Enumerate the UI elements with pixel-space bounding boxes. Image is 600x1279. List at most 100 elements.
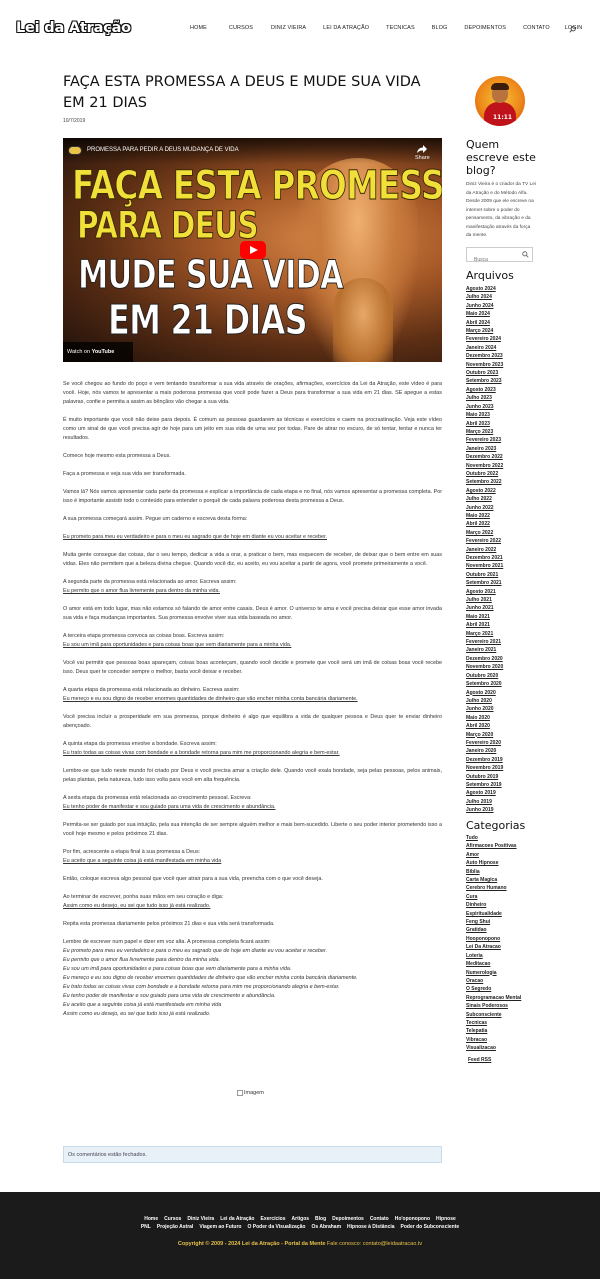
archive-link[interactable]: Maio 2021 [466, 613, 503, 621]
search-icon[interactable] [522, 251, 529, 258]
archive-link[interactable]: Novembro 2019 [466, 764, 503, 772]
archive-link[interactable]: Maio 2022 [466, 512, 503, 520]
category-link[interactable]: Visualizacao [466, 1044, 521, 1052]
footer-link[interactable]: Poder do Subconsciente [401, 1224, 460, 1230]
category-link[interactable]: Bíblia [466, 868, 521, 876]
archive-link[interactable]: Dezembro 2023 [466, 352, 503, 360]
archive-link[interactable]: Julho 2024 [466, 293, 503, 301]
archive-link[interactable]: Julho 2020 [466, 697, 503, 705]
footer-link[interactable]: O Poder da Visualização [247, 1224, 305, 1230]
archive-link[interactable]: Novembro 2023 [466, 361, 503, 369]
footer-link[interactable]: Home [144, 1216, 158, 1222]
video-title[interactable]: PROMESSA PARA PEDIR A DEUS MUDANÇA DE VI… [87, 147, 239, 153]
search-input[interactable] [467, 253, 519, 267]
archive-link[interactable]: Setembro 2019 [466, 781, 503, 789]
archive-link[interactable]: Setembro 2022 [466, 478, 503, 486]
archive-link[interactable]: Dezembro 2019 [466, 756, 503, 764]
archive-link[interactable]: Março 2023 [466, 428, 503, 436]
archive-link[interactable]: Janeiro 2020 [466, 747, 503, 755]
archive-link[interactable]: Janeiro 2021 [466, 646, 503, 654]
search-icon[interactable] [569, 26, 576, 33]
footer-link[interactable]: Depoimentos [332, 1216, 364, 1222]
nav-depoimentos[interactable]: DEPOIMENTOS [464, 25, 506, 31]
category-link[interactable]: Oracao [466, 977, 521, 985]
archive-link[interactable]: Agosto 2023 [466, 386, 503, 394]
archive-link[interactable]: Junho 2023 [466, 403, 503, 411]
archive-link[interactable]: Abril 2021 [466, 621, 503, 629]
footer-link[interactable]: Lei da Atração [220, 1216, 254, 1222]
footer-link[interactable]: Exercícios [261, 1216, 286, 1222]
archive-link[interactable]: Fevereiro 2024 [466, 335, 503, 343]
archive-link[interactable]: Abril 2024 [466, 319, 503, 327]
footer-link[interactable]: Hipnose à Distância [347, 1224, 395, 1230]
category-link[interactable]: Cura [466, 893, 521, 901]
category-link[interactable]: Loteria [466, 952, 521, 960]
archive-link[interactable]: Março 2024 [466, 327, 503, 335]
archive-link[interactable]: Julho 2019 [466, 798, 503, 806]
archive-link[interactable]: Maio 2024 [466, 310, 503, 318]
nav-lei-da-atracao[interactable]: LEI DA ATRAÇÃO [323, 25, 369, 31]
contact-email[interactable]: Fale conosco: contato@leidaatracao.tv [327, 1241, 422, 1247]
footer-link[interactable]: PNL [141, 1224, 151, 1230]
category-link[interactable]: Subconsciente [466, 1011, 521, 1019]
nav-blog[interactable]: BLOG [432, 25, 448, 31]
footer-link[interactable]: Cursos [164, 1216, 181, 1222]
footer-link[interactable]: Os Abraham [311, 1224, 341, 1230]
share-button[interactable]: Share [415, 145, 430, 161]
archive-link[interactable]: Maio 2020 [466, 714, 503, 722]
footer-link[interactable]: Contato [370, 1216, 389, 1222]
archive-link[interactable]: Outubro 2020 [466, 672, 503, 680]
archive-link[interactable]: Agosto 2022 [466, 487, 503, 495]
archive-link[interactable]: Novembro 2021 [466, 562, 503, 570]
category-link[interactable]: Reprogramacao Mental [466, 994, 521, 1002]
footer-link[interactable]: Hipnose [436, 1216, 456, 1222]
youtube-video-embed[interactable]: PROMESSA PARA PEDIR A DEUS MUDANÇA DE VI… [63, 138, 442, 362]
footer-link[interactable]: Blog [315, 1216, 326, 1222]
archive-link[interactable]: Junho 2021 [466, 604, 503, 612]
category-link[interactable]: Auto Hipnose [466, 859, 521, 867]
category-link[interactable]: Afirmacoes Positivas [466, 842, 521, 850]
category-link[interactable]: Gratidao [466, 926, 521, 934]
archive-link[interactable]: Junho 2019 [466, 806, 503, 814]
category-link[interactable]: Espiritualidade [466, 910, 521, 918]
category-link[interactable]: Tudo [466, 834, 521, 842]
category-link[interactable]: Feng Shui [466, 918, 521, 926]
archive-link[interactable]: Março 2020 [466, 731, 503, 739]
archive-link[interactable]: Fevereiro 2021 [466, 638, 503, 646]
footer-link[interactable]: Artigos [292, 1216, 310, 1222]
archive-link[interactable]: Janeiro 2024 [466, 344, 503, 352]
archive-link[interactable]: Março 2022 [466, 529, 503, 537]
nav-tecnicas[interactable]: TECNICAS [386, 25, 415, 31]
archive-link[interactable]: Dezembro 2020 [466, 655, 503, 663]
archive-link[interactable]: Agosto 2020 [466, 689, 503, 697]
archive-link[interactable]: Fevereiro 2022 [466, 537, 503, 545]
archive-link[interactable]: Abril 2023 [466, 420, 503, 428]
site-logo[interactable]: Lei da Atração [16, 20, 131, 36]
watch-on-label[interactable]: Watch on YouTube [67, 349, 114, 355]
nav-diniz-vieira[interactable]: DINIZ VIEIRA [271, 25, 306, 31]
archive-link[interactable]: Dezembro 2021 [466, 554, 503, 562]
archive-link[interactable]: Junho 2022 [466, 504, 503, 512]
footer-link[interactable]: Viagem ao Futuro [199, 1224, 241, 1230]
category-link[interactable]: Cerebro Humano [466, 884, 521, 892]
category-link[interactable]: Sinais Poderosos [466, 1002, 521, 1010]
archive-link[interactable]: Junho 2020 [466, 705, 503, 713]
footer-link[interactable]: Projeção Astral [157, 1224, 194, 1230]
category-link[interactable]: Vibracao [466, 1036, 521, 1044]
archive-link[interactable]: Setembro 2021 [466, 579, 503, 587]
archive-link[interactable]: Abril 2022 [466, 520, 503, 528]
nav-home[interactable]: HOME [190, 25, 207, 31]
archive-link[interactable]: Setembro 2023 [466, 377, 503, 385]
channel-avatar-icon[interactable] [68, 146, 82, 155]
nav-cursos[interactable]: CURSOS [229, 25, 253, 31]
archive-link[interactable]: Fevereiro 2020 [466, 739, 503, 747]
archive-link[interactable]: Janeiro 2022 [466, 546, 503, 554]
category-link[interactable]: Dinheiro [466, 901, 521, 909]
category-link[interactable]: Telepatia [466, 1027, 521, 1035]
archive-link[interactable]: Abril 2020 [466, 722, 503, 730]
archive-link[interactable]: Setembro 2020 [466, 680, 503, 688]
category-link[interactable]: Lei Da Atracao [466, 943, 521, 951]
archive-link[interactable]: Novembro 2022 [466, 462, 503, 470]
archive-link[interactable]: Agosto 2019 [466, 789, 503, 797]
category-link[interactable]: Numerologia [466, 969, 521, 977]
